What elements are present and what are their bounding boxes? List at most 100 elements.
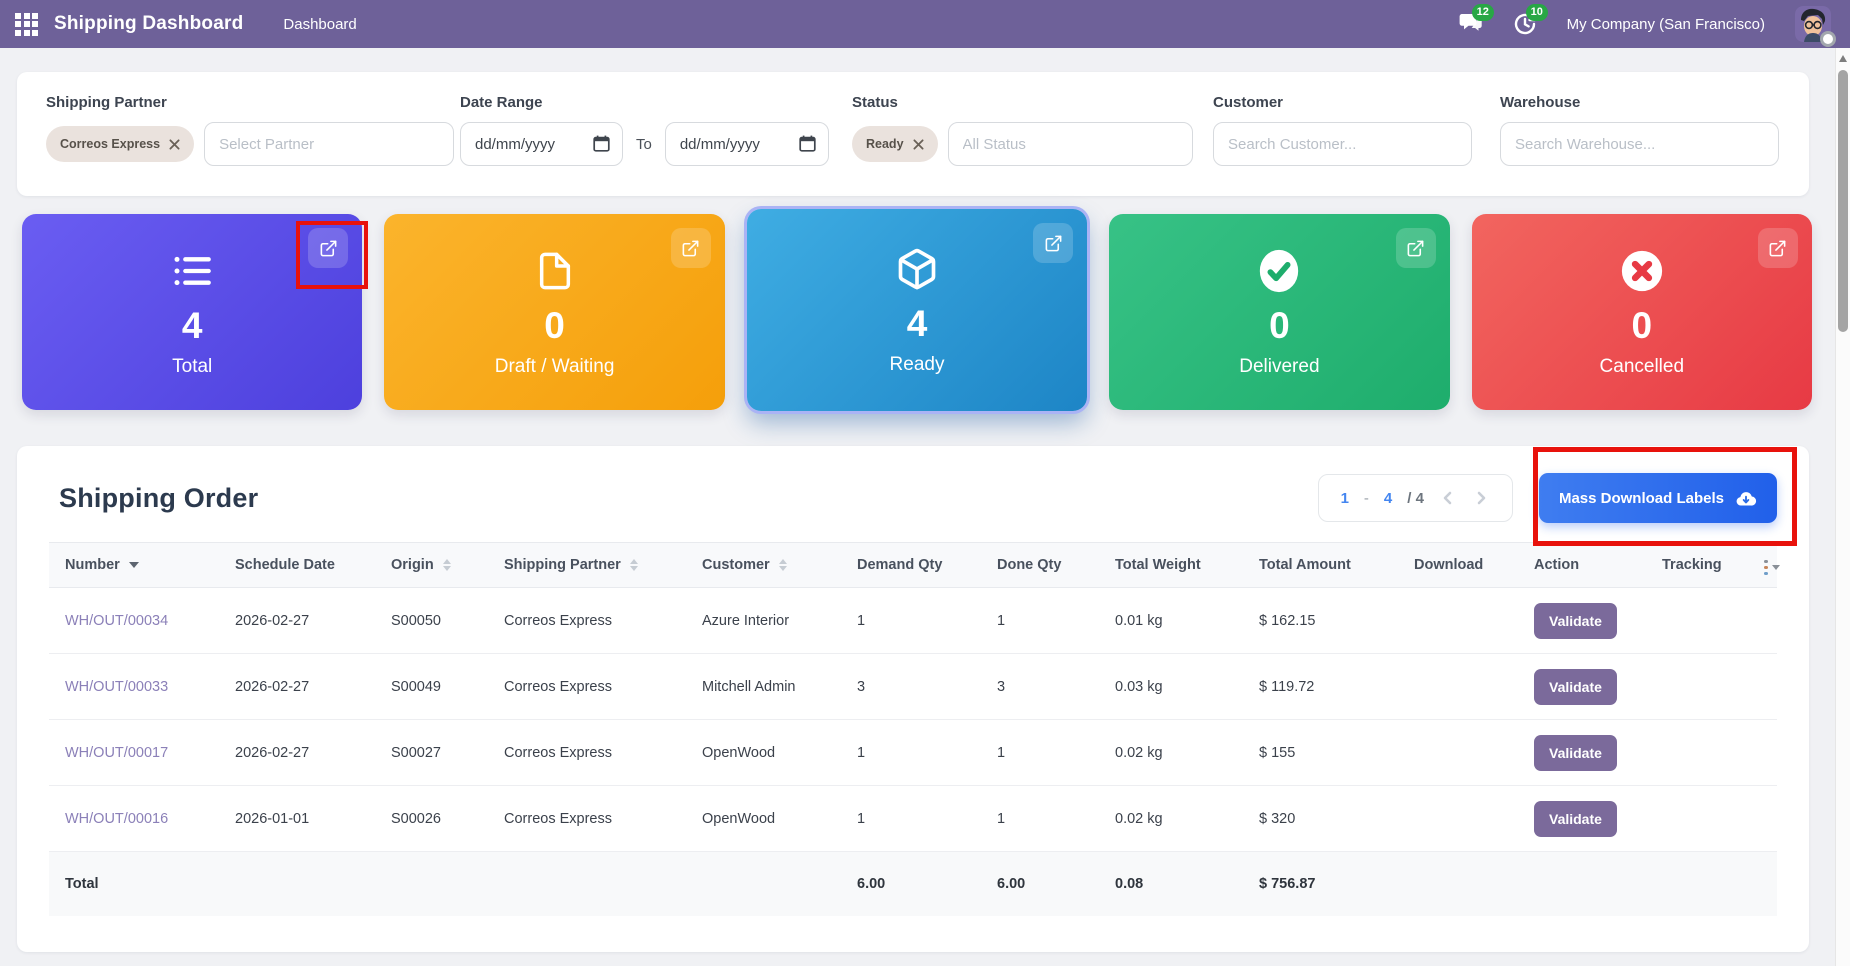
pagination-next-button[interactable] xyxy=(1472,488,1490,508)
validate-button[interactable]: Validate xyxy=(1534,603,1617,639)
cell-customer: OpenWood xyxy=(686,720,841,786)
cell-download xyxy=(1398,720,1518,786)
table-total-row: Total 6.00 6.00 0.08 $ 756.87 xyxy=(49,852,1777,916)
cell-total-weight: 0.01 kg xyxy=(1099,588,1243,654)
column-options-icon[interactable] xyxy=(1764,565,1780,570)
open-external-button[interactable] xyxy=(1396,228,1436,268)
pagination-start: 1 xyxy=(1341,490,1349,507)
activities-count-badge: 10 xyxy=(1526,4,1548,21)
cell-origin: S00026 xyxy=(375,786,488,852)
order-number-link[interactable]: WH/OUT/00017 xyxy=(65,745,168,761)
total-label: Total xyxy=(49,852,219,916)
stat-card-delivered[interactable]: 0 Delivered xyxy=(1109,214,1449,410)
cell-shipping-partner: Correos Express xyxy=(488,720,686,786)
orders-title: Shipping Order xyxy=(59,483,258,514)
validate-button[interactable]: Validate xyxy=(1534,669,1617,705)
filter-customer: Customer xyxy=(1213,94,1472,166)
stat-card-draft-waiting[interactable]: 0 Draft / Waiting xyxy=(384,214,724,410)
column-header-origin[interactable]: Origin xyxy=(375,543,488,588)
order-number-link[interactable]: WH/OUT/00033 xyxy=(65,679,168,695)
status-tag[interactable]: Ready xyxy=(852,126,938,162)
cell-tracking xyxy=(1646,786,1748,852)
validate-button[interactable]: Validate xyxy=(1534,735,1617,771)
stat-card-total[interactable]: 4 Total xyxy=(22,214,362,410)
cell-action: Validate xyxy=(1518,786,1646,852)
table-row: WH/OUT/00033 2026-02-27 S00049 Correos E… xyxy=(49,654,1777,720)
table-row: WH/OUT/00016 2026-01-01 S00026 Correos E… xyxy=(49,786,1777,852)
status-input[interactable] xyxy=(948,122,1193,166)
filter-label: Date Range xyxy=(460,94,829,111)
filter-label: Warehouse xyxy=(1500,94,1779,111)
column-header-demand-qty: Demand Qty xyxy=(841,543,981,588)
external-link-icon xyxy=(681,239,700,258)
column-header-customer[interactable]: Customer xyxy=(686,543,841,588)
topbar: Shipping Dashboard Dashboard 12 10 My Co… xyxy=(0,0,1850,48)
stat-card-cancelled[interactable]: 0 Cancelled xyxy=(1472,214,1812,410)
messages-count-badge: 12 xyxy=(1472,4,1494,21)
external-link-icon xyxy=(1406,239,1425,258)
page-scrollbar[interactable] xyxy=(1835,48,1850,966)
stat-value: 0 xyxy=(1632,307,1653,344)
open-external-button[interactable] xyxy=(1758,228,1798,268)
cell-action: Validate xyxy=(1518,654,1646,720)
orders-table-body: WH/OUT/00034 2026-02-27 S00050 Correos E… xyxy=(49,588,1777,852)
total-done-qty: 6.00 xyxy=(981,852,1099,916)
apps-menu-icon[interactable] xyxy=(15,13,38,36)
pagination-prev-button[interactable] xyxy=(1439,488,1457,508)
cell-customer: Azure Interior xyxy=(686,588,841,654)
cell-total-weight: 0.02 kg xyxy=(1099,720,1243,786)
activities-button[interactable]: 10 xyxy=(1513,12,1537,36)
list-icon xyxy=(169,251,215,291)
cell-tracking xyxy=(1646,654,1748,720)
customer-search-input[interactable] xyxy=(1213,122,1472,166)
column-header-action: Action xyxy=(1518,543,1646,588)
stat-value: 4 xyxy=(907,305,928,342)
stat-label: Total xyxy=(172,356,212,378)
remove-tag-icon[interactable] xyxy=(913,139,924,150)
shipping-orders-panel: Shipping Order 1 - 4 / 4 Mass Download L… xyxy=(17,446,1809,952)
total-demand-qty: 6.00 xyxy=(841,852,981,916)
date-from-input[interactable] xyxy=(460,122,623,166)
cell-shipping-partner: Correos Express xyxy=(488,786,686,852)
cell-customer: OpenWood xyxy=(686,786,841,852)
validate-button[interactable]: Validate xyxy=(1534,801,1617,837)
warehouse-search-input[interactable] xyxy=(1500,122,1779,166)
stat-label: Delivered xyxy=(1239,356,1319,378)
mass-download-labels-button[interactable]: Mass Download Labels xyxy=(1539,473,1777,523)
shipping-partner-input[interactable] xyxy=(204,122,454,166)
scrollbar-up-arrow-icon[interactable] xyxy=(1839,55,1847,62)
table-row: WH/OUT/00034 2026-02-27 S00050 Correos E… xyxy=(49,588,1777,654)
stat-value: 0 xyxy=(1269,307,1290,344)
open-external-button[interactable] xyxy=(1033,223,1073,263)
date-range-to-label: To xyxy=(633,136,655,153)
column-header-shipping-partner[interactable]: Shipping Partner xyxy=(488,543,686,588)
cell-done-qty: 3 xyxy=(981,654,1099,720)
column-header-total-amount: Total Amount xyxy=(1243,543,1398,588)
external-link-icon xyxy=(1768,239,1787,258)
date-to-input[interactable] xyxy=(665,122,829,166)
stat-card-ready[interactable]: 4 Ready xyxy=(747,209,1087,411)
menu-dashboard[interactable]: Dashboard xyxy=(279,10,360,39)
table-header-row: Number Schedule Date Origin Shipping Par… xyxy=(49,543,1777,588)
order-number-link[interactable]: WH/OUT/00016 xyxy=(65,811,168,827)
open-external-button[interactable] xyxy=(308,228,348,268)
remove-tag-icon[interactable] xyxy=(169,139,180,150)
messages-button[interactable]: 12 xyxy=(1459,12,1483,36)
shipping-partner-tag[interactable]: Correos Express xyxy=(46,126,194,162)
stat-label: Draft / Waiting xyxy=(495,356,615,378)
external-link-icon xyxy=(1044,234,1063,253)
pagination-separator: - xyxy=(1364,490,1369,507)
user-avatar[interactable] xyxy=(1795,6,1831,42)
cell-download xyxy=(1398,588,1518,654)
scrollbar-thumb[interactable] xyxy=(1838,70,1848,332)
column-header-number[interactable]: Number xyxy=(49,543,219,588)
company-switcher[interactable]: My Company (San Francisco) xyxy=(1567,16,1765,33)
shipping-dashboard-screen: Shipping Dashboard Dashboard 12 10 My Co… xyxy=(0,0,1850,966)
sort-icon xyxy=(779,559,787,571)
external-link-icon xyxy=(319,239,338,258)
chevron-right-icon xyxy=(1474,490,1488,506)
stat-cards-row: 4 Total 0 Draft / Waiting xyxy=(22,214,1812,411)
order-number-link[interactable]: WH/OUT/00034 xyxy=(65,613,168,629)
column-header-options xyxy=(1748,543,1777,588)
open-external-button[interactable] xyxy=(671,228,711,268)
